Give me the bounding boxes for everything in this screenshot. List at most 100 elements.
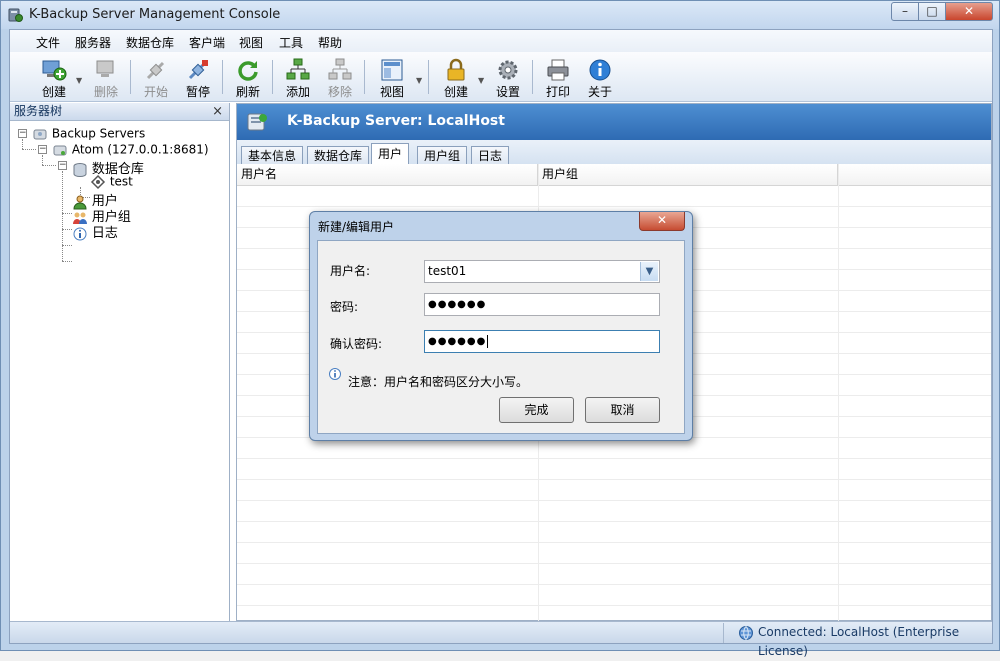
tab-repository[interactable]: 数据仓库	[307, 146, 370, 165]
title-bar[interactable]: K-Backup Server Management Console – □ ✕	[1, 1, 999, 29]
tree-label: 日志	[91, 226, 118, 241]
edit-user-dialog: 新建/编辑用户 ✕ 用户名: test01 ▼ 密码: ●●●●●● 确认密码:…	[309, 211, 693, 441]
toolbar-label: 移除	[327, 85, 352, 99]
about-button[interactable]: 关于	[580, 54, 620, 100]
refresh-icon	[238, 61, 258, 81]
menu-bar: 文件 服务器 数据仓库 客户端 视图 工具 帮助	[10, 30, 992, 52]
tree-label: test	[109, 174, 133, 189]
menu-file[interactable]: 文件	[36, 34, 60, 51]
view-button[interactable]: 视图	[372, 54, 412, 100]
start-button[interactable]: 开始	[136, 54, 176, 100]
tab-strip: 基本信息 数据仓库 用户 用户组 日志	[237, 140, 991, 165]
menu-server[interactable]: 服务器	[75, 34, 111, 51]
servers-icon	[33, 129, 47, 140]
menu-view[interactable]: 视图	[239, 34, 263, 51]
table-row	[237, 480, 991, 501]
toolbar-separator	[532, 60, 533, 94]
tree-connector	[22, 139, 23, 149]
add-client-button[interactable]: 添加	[278, 54, 318, 100]
tab-basic-info[interactable]: 基本信息	[241, 146, 304, 165]
column-user-group[interactable]: 用户组	[538, 164, 838, 185]
table-row	[237, 564, 991, 585]
user-table-header: 用户名 用户组	[237, 164, 991, 186]
table-row	[237, 501, 991, 522]
menu-tools[interactable]: 工具	[279, 34, 303, 51]
table-row	[237, 522, 991, 543]
status-bar: Connected: LocalHost (Enterprise License…	[10, 621, 992, 658]
chevron-down-icon[interactable]: ▼	[478, 76, 486, 85]
minimize-button[interactable]: –	[891, 2, 919, 21]
confirm-password-field[interactable]: ●●●●●●	[424, 330, 660, 353]
menu-help[interactable]: 帮助	[318, 34, 342, 51]
username-combobox[interactable]: test01 ▼	[424, 260, 660, 283]
create-server-button[interactable]: 创建	[34, 54, 74, 100]
create-lock-button[interactable]: 创建	[436, 54, 476, 100]
delete-server-button[interactable]: 删除	[86, 54, 126, 100]
tab-users[interactable]: 用户	[371, 143, 410, 165]
globe-icon	[739, 626, 753, 640]
toolbar-label: 暂停	[185, 85, 210, 99]
satellite-pause-icon	[188, 60, 208, 80]
dialog-body: 用户名: test01 ▼ 密码: ●●●●●● 确认密码: ●●●●●● 注意…	[317, 240, 685, 434]
toolbar-separator	[272, 60, 273, 94]
network-remove-icon	[328, 58, 352, 80]
tree-node-test[interactable]: test	[90, 174, 133, 190]
table-row	[237, 438, 991, 459]
toolbar-separator	[222, 60, 223, 94]
chevron-down-icon[interactable]: ▼	[640, 262, 658, 281]
tree-expander[interactable]: −	[18, 129, 27, 138]
chevron-down-icon[interactable]: ▼	[76, 76, 84, 85]
tree-node-logs[interactable]: 日志	[72, 222, 118, 242]
tree-node-backup-servers[interactable]: Backup Servers	[32, 126, 145, 142]
maximize-button[interactable]: □	[918, 2, 946, 21]
cancel-button[interactable]: 取消	[585, 397, 660, 423]
repository-icon	[90, 174, 106, 190]
app-icon	[8, 8, 23, 22]
ok-button[interactable]: 完成	[499, 397, 574, 423]
close-panel-button[interactable]: ×	[212, 103, 223, 120]
refresh-button[interactable]: 刷新	[228, 54, 268, 100]
toolbar-label: 视图	[379, 85, 404, 99]
menu-repository[interactable]: 数据仓库	[126, 34, 174, 51]
tree-connector	[62, 229, 72, 230]
tree-node-atom-server[interactable]: Atom (127.0.0.1:8681)	[52, 142, 209, 158]
toolbar-separator	[364, 60, 365, 94]
satellite-start-icon	[146, 61, 165, 80]
confirm-password-label: 确认密码:	[330, 337, 383, 351]
printer-icon	[547, 59, 569, 81]
password-value: ●●●●●●	[428, 299, 487, 310]
chevron-down-icon[interactable]: ▼	[416, 76, 424, 85]
pause-button[interactable]: 暂停	[178, 54, 218, 100]
menu-client[interactable]: 客户端	[189, 34, 225, 51]
toolbar-label: 创建	[41, 85, 66, 99]
server-icon	[53, 145, 67, 156]
username-label: 用户名:	[330, 264, 371, 278]
tree-expander[interactable]: −	[38, 145, 47, 154]
gear-icon	[498, 60, 518, 80]
column-username[interactable]: 用户名	[237, 164, 538, 185]
remove-client-button[interactable]: 移除	[320, 54, 360, 100]
table-row	[237, 543, 991, 564]
banner-title: K-Backup Server: LocalHost	[287, 113, 505, 129]
tab-logs[interactable]: 日志	[471, 146, 510, 165]
tree-connector	[62, 245, 72, 246]
table-row	[237, 459, 991, 480]
settings-button[interactable]: 设置	[488, 54, 528, 100]
tab-user-groups[interactable]: 用户组	[417, 146, 468, 165]
password-label: 密码:	[330, 300, 359, 314]
panel-header: 服务器树 ×	[10, 103, 229, 121]
case-sensitive-note: 注意：用户名和密码区分大小写。	[348, 375, 529, 389]
print-button[interactable]: 打印	[538, 54, 578, 100]
password-field[interactable]: ●●●●●●	[424, 293, 660, 316]
computer-add-icon	[42, 60, 67, 81]
view-icon	[381, 59, 403, 81]
tree-connector	[42, 165, 56, 166]
close-window-button[interactable]: ✕	[945, 2, 993, 21]
server-banner-icon	[247, 113, 267, 131]
tree-expander[interactable]: −	[58, 161, 67, 170]
tree-label: Atom (127.0.0.1:8681)	[71, 142, 209, 157]
dialog-title: 新建/编辑用户	[318, 220, 395, 234]
toolbar-label: 添加	[285, 85, 310, 99]
text-caret	[487, 334, 489, 348]
dialog-close-button[interactable]: ✕	[639, 212, 685, 231]
